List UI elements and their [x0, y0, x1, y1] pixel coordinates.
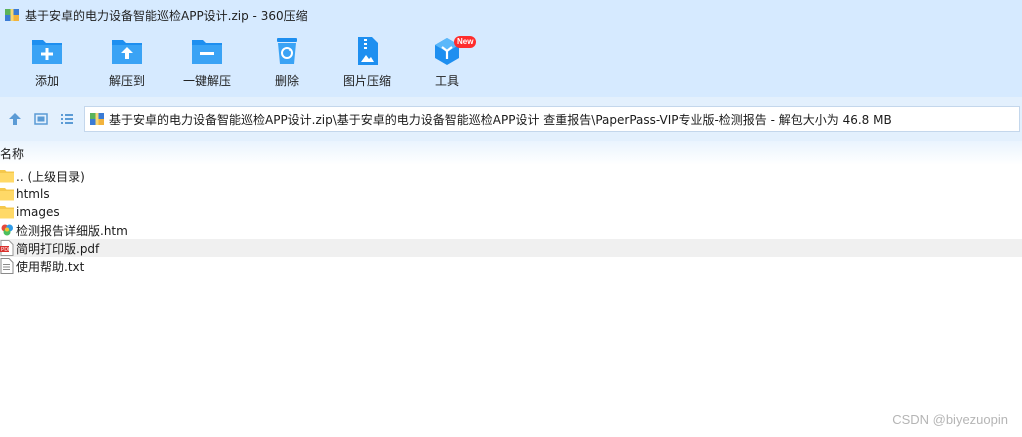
file-name: images: [16, 205, 60, 219]
new-badge: New: [454, 36, 477, 48]
file-name: 检测报告详细版.htm: [16, 223, 128, 238]
column-header-name[interactable]: 名称: [0, 145, 24, 162]
list-item-help-txt[interactable]: 使用帮助.txt: [0, 257, 1022, 275]
list-header: 名称: [0, 141, 1022, 165]
file-name: .. (上级目录): [16, 169, 85, 184]
list-view-icon: [61, 114, 73, 124]
tools-button[interactable]: New 工具: [402, 36, 492, 94]
image-compress-icon: [358, 37, 378, 65]
window-title: 基于安卓的电力设备智能巡检APP设计.zip - 360压缩: [25, 8, 308, 23]
image-compress-label: 图片压缩: [342, 74, 391, 88]
go-up-button[interactable]: [4, 108, 26, 130]
list-view-button[interactable]: [56, 108, 78, 130]
delete-button[interactable]: 删除: [242, 36, 332, 94]
list-item-images[interactable]: images: [0, 203, 1022, 221]
one-click-extract-icon: [192, 40, 222, 64]
up-arrow-icon: [9, 113, 21, 125]
add-button[interactable]: 添加: [2, 36, 92, 94]
thumbnail-view-icon: [34, 113, 48, 125]
archive-app-icon: [5, 9, 19, 21]
add-folder-icon: [32, 40, 62, 64]
add-label: 添加: [34, 74, 59, 88]
address-path-text: 基于安卓的电力设备智能巡检APP设计.zip\基于安卓的电力设备智能巡检APP设…: [109, 112, 892, 127]
delete-label: 删除: [274, 74, 299, 88]
folder-icon: [0, 206, 14, 219]
archive-file-icon: [90, 113, 104, 125]
address-path-field[interactable]: 基于安卓的电力设备智能巡检APP设计.zip\基于安卓的电力设备智能巡检APP设…: [84, 106, 1020, 132]
extract-to-button[interactable]: 解压到: [82, 36, 172, 94]
extract-to-folder-icon: [112, 40, 142, 64]
folder-icon: [0, 188, 14, 201]
one-click-extract-label: 一键解压: [182, 74, 231, 88]
one-click-extract-button[interactable]: 一键解压: [162, 36, 252, 94]
text-file-icon: [0, 258, 14, 274]
list-item-parent-dir[interactable]: .. (上级目录): [0, 167, 1022, 185]
title-bar: 基于安卓的电力设备智能巡检APP设计.zip - 360压缩: [0, 0, 1022, 30]
svg-text:PDF: PDF: [1, 247, 11, 253]
file-name: htmls: [16, 187, 50, 201]
recycle-bin-icon: [277, 38, 297, 64]
toolbar: 添加 解压到 一键解压 删除 图片压缩 New 工具: [0, 30, 1022, 97]
file-name: 简明打印版.pdf: [16, 241, 100, 256]
file-name: 使用帮助.txt: [16, 259, 85, 274]
pdf-file-icon: PDF: [0, 240, 14, 256]
address-bar: 基于安卓的电力设备智能巡检APP设计.zip\基于安卓的电力设备智能巡检APP设…: [0, 97, 1022, 141]
list-item-htmls[interactable]: htmls: [0, 185, 1022, 203]
list-item-report-htm[interactable]: 检测报告详细版.htm: [0, 221, 1022, 239]
folder-icon: [0, 170, 14, 183]
html-file-icon: [1, 224, 13, 236]
extract-to-label: 解压到: [108, 74, 145, 88]
tools-label: 工具: [434, 74, 459, 88]
thumbnail-view-button[interactable]: [30, 108, 52, 130]
image-compress-button[interactable]: 图片压缩: [322, 36, 412, 94]
list-item-print-pdf[interactable]: PDF 简明打印版.pdf: [0, 239, 1022, 257]
file-list: .. (上级目录) htmls images 检测报告详细版.htm PDF 简…: [0, 167, 1022, 275]
watermark: CSDN @biyezuopin: [892, 412, 1008, 427]
